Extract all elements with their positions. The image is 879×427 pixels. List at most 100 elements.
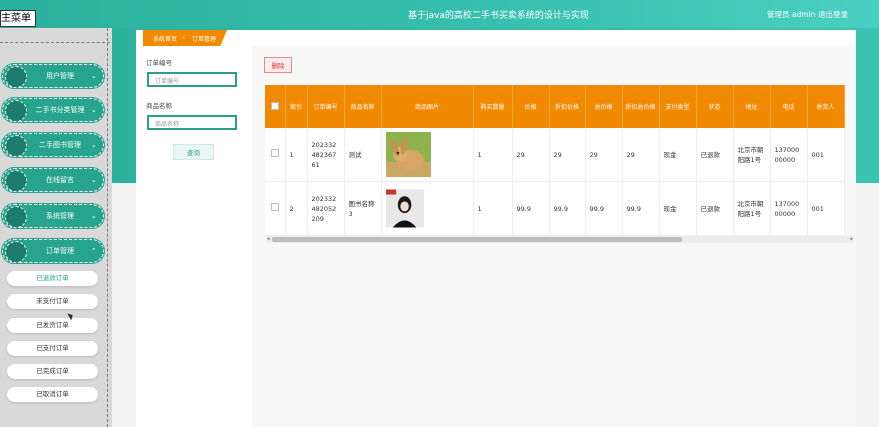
sidebar-item-order-management[interactable]: 订单管理 ⌃ [2, 239, 104, 263]
order-no-input[interactable]: 订单编号 [147, 72, 237, 87]
menu-dot-icon [5, 206, 27, 228]
search-button[interactable]: 查询 [173, 144, 214, 160]
column-header: 状态 [696, 85, 734, 128]
main-menu-toggle[interactable]: 主菜单 [0, 10, 36, 27]
sidebar-item-user-management[interactable]: 用户管理 ⌄ [2, 64, 104, 88]
sidebar-item-label: 在线留言 [46, 176, 74, 184]
column-header: 折扣价格 [549, 85, 586, 128]
sidebar-divider [0, 42, 110, 43]
chevron-down-icon: ⌄ [91, 141, 97, 149]
sidebar: 用户管理 ⌄ 二手书分类管理 ⌄ 二手图书管理 ⌄ 在线留言 ⌄ 系统管理 ⌄ … [0, 28, 112, 427]
column-header: 商品名称 [344, 85, 382, 128]
cell-quantity: 1 [473, 181, 513, 236]
column-header: 总价格 [585, 85, 623, 128]
cell-status: 已退款 [696, 128, 734, 182]
menu-dot-icon [5, 170, 27, 192]
table-horizontal-scrollbar[interactable]: ◂ ▸ [266, 236, 854, 243]
order-no-label: 订单编号 [146, 59, 172, 67]
column-header: 收货人 [807, 85, 845, 128]
cell-phone: 13700000000 [770, 128, 808, 182]
sidebar-item-book-management[interactable]: 二手图书管理 ⌄ [2, 133, 104, 157]
cell-pay-type: 现金 [659, 128, 697, 182]
cell-address: 北京市朝阳路1号 [733, 128, 771, 182]
goods-name-input[interactable]: 商品名称 [147, 115, 237, 130]
column-header: 订单编号 [307, 85, 345, 128]
row-checkbox[interactable] [270, 149, 279, 157]
breadcrumb-separator: ⁝ [183, 34, 185, 41]
column-header: 支付类型 [659, 85, 697, 128]
cell-goods-image [381, 181, 474, 236]
sidebar-item-label: 用户管理 [46, 72, 74, 80]
menu-dot-icon [5, 66, 27, 88]
book-cover-photo [385, 189, 424, 228]
column-header: 电话 [770, 85, 808, 128]
submenu-cancelled-orders[interactable]: 已取消订单 [7, 387, 98, 402]
table-header-row: 索引 订单编号 商品名称 商品图片 购买数量 价格 折扣价格 总价格 折扣总价格… [265, 85, 845, 128]
cell-goods-image [381, 128, 474, 182]
table-row[interactable]: 1 20233248236761 测试 1 29 29 29 29 现金 已退款… [265, 128, 845, 182]
sidebar-item-label: 订单管理 [46, 247, 74, 255]
current-user: 管理员 admin [767, 10, 816, 19]
cell-total: 29 [585, 128, 623, 182]
sidebar-item-label: 系统管理 [46, 212, 74, 220]
sidebar-item-system-management[interactable]: 系统管理 ⌄ [2, 204, 104, 228]
cell-discount-total: 29 [622, 128, 660, 182]
cell-discount-total: 99.9 [622, 181, 660, 236]
sidebar-border [107, 28, 108, 427]
cell-address: 北京市朝阳路1号 [733, 181, 771, 236]
breadcrumb-current: 订单管理 [192, 36, 217, 43]
logout-link[interactable]: 退出登录 [818, 9, 848, 20]
row-select-cell[interactable] [265, 128, 286, 182]
submenu-unpaid-orders[interactable]: 未支付订单 [7, 294, 98, 309]
cell-discount-price: 29 [549, 128, 586, 182]
cell-phone: 13700000000 [770, 181, 808, 236]
sidebar-item-label: 二手图书管理 [39, 141, 81, 149]
cell-total: 99.9 [585, 181, 623, 236]
row-select-cell[interactable] [265, 181, 286, 236]
cell-quantity: 1 [473, 128, 513, 182]
chevron-down-icon: ⌄ [91, 106, 97, 114]
column-header: 购买数量 [473, 85, 513, 128]
row-checkbox[interactable] [270, 203, 279, 211]
chevron-down-icon: ⌄ [91, 212, 97, 220]
top-bar: 基于java的高校二手书买卖系统的设计与实现 管理员 admin 退出登录 [0, 0, 879, 28]
cell-pay-type: 现金 [659, 181, 697, 236]
select-all-cell[interactable] [265, 85, 286, 128]
select-all-checkbox[interactable] [270, 101, 279, 110]
scrollbar-thumb[interactable] [272, 237, 682, 242]
orders-table: 索引 订单编号 商品名称 商品图片 购买数量 价格 折扣价格 总价格 折扣总价格… [265, 85, 845, 236]
chevron-down-icon: ⌄ [91, 176, 97, 184]
goods-name-label: 商品名称 [146, 102, 172, 110]
sidebar-item-category-management[interactable]: 二手书分类管理 ⌄ [2, 98, 104, 122]
column-header: 商品图片 [381, 85, 474, 128]
sidebar-item-messages[interactable]: 在线留言 ⌄ [2, 168, 104, 192]
delete-button[interactable]: 删除 [264, 57, 292, 73]
breadcrumb: 系统首页 ⁝ 订单管理 [143, 30, 227, 46]
breadcrumb-home[interactable]: 系统首页 [153, 34, 177, 43]
cell-order-no: 202332482052209 [307, 181, 345, 236]
cell-goods-name: 图书名称3 [344, 181, 382, 236]
column-header: 折扣总价格 [622, 85, 660, 128]
sidebar-item-label: 二手书分类管理 [35, 106, 85, 114]
rabbit-photo [385, 132, 431, 177]
scroll-right-arrow-icon[interactable]: ▸ [850, 236, 853, 242]
column-header: 索引 [285, 85, 308, 128]
cell-index: 2 [285, 181, 308, 236]
table-row[interactable]: 2 202332482052209 图书名称3 1 99.9 99.9 99.9… [265, 181, 845, 236]
chevron-down-icon: ⌄ [91, 72, 97, 80]
cell-discount-price: 99.9 [549, 181, 586, 236]
cell-price: 29 [512, 128, 550, 182]
menu-dot-icon [5, 241, 27, 263]
chevron-up-icon: ⌃ [91, 247, 97, 255]
submenu-refunded-orders[interactable]: 已退款订单 [7, 271, 98, 286]
submenu-paid-orders[interactable]: 已支付订单 [7, 341, 98, 356]
column-header: 地址 [733, 85, 771, 128]
app-title: 基于java的高校二手书买卖系统的设计与实现 [408, 11, 589, 21]
cell-index: 1 [285, 128, 308, 182]
menu-dot-icon [5, 135, 27, 157]
submenu-shipped-orders[interactable]: 已发货订单 [7, 318, 98, 333]
cell-order-no: 20233248236761 [307, 128, 345, 182]
column-header: 价格 [512, 85, 550, 128]
submenu-completed-orders[interactable]: 已完成订单 [7, 364, 98, 379]
scroll-left-arrow-icon[interactable]: ◂ [267, 236, 270, 242]
